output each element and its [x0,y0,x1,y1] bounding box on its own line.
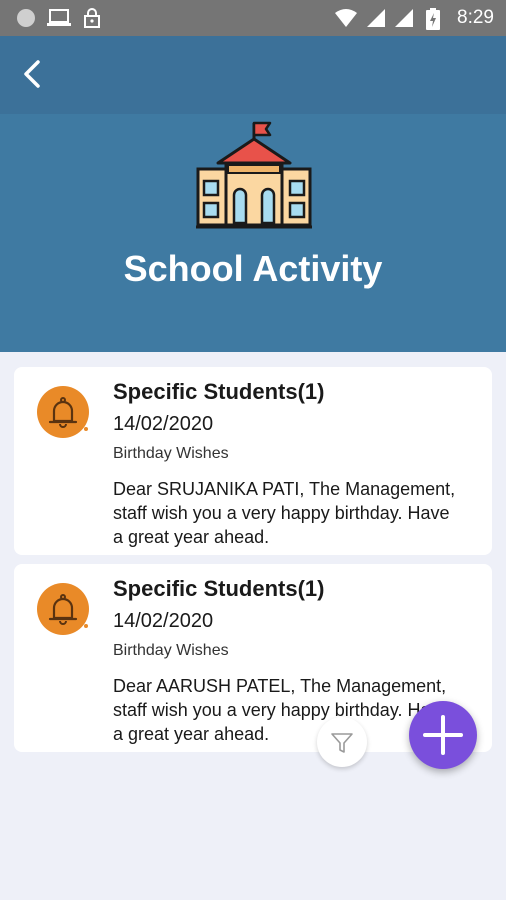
activity-title: Specific Students(1) [113,576,325,601]
hero-section: School Activity [0,114,506,352]
add-activity-button[interactable] [409,701,477,769]
chevron-left-icon [24,60,40,88]
back-button[interactable] [14,54,54,94]
signal-icon [395,9,413,27]
battery-charging-icon [426,8,440,30]
activity-message: Dear SRUJANIKA PATI, The Management, sta… [113,479,456,547]
signal-icon [367,9,385,27]
activity-date: 14/02/2020 [113,610,214,632]
app-header [0,36,506,115]
activity-category: Birthday Wishes [113,445,229,462]
notification-dot-icon [17,9,35,27]
bell-icon [37,583,89,635]
laptop-icon [47,9,71,26]
status-time: 8:29 [457,7,494,28]
activity-card[interactable]: Specific Students(1) 14/02/2020 Birthday… [14,367,492,555]
wifi-icon [335,9,357,27]
page-title: School Activity [123,248,383,289]
filter-button[interactable] [317,717,367,767]
plus-icon [423,715,463,755]
bell-icon [37,386,89,438]
filter-icon [331,733,353,753]
activity-title: Specific Students(1) [113,379,325,404]
school-building-icon [196,121,312,229]
lock-icon [84,8,100,28]
activity-category: Birthday Wishes [113,642,229,659]
status-bar: 8:29 [0,0,506,36]
activity-date: 14/02/2020 [113,413,214,435]
